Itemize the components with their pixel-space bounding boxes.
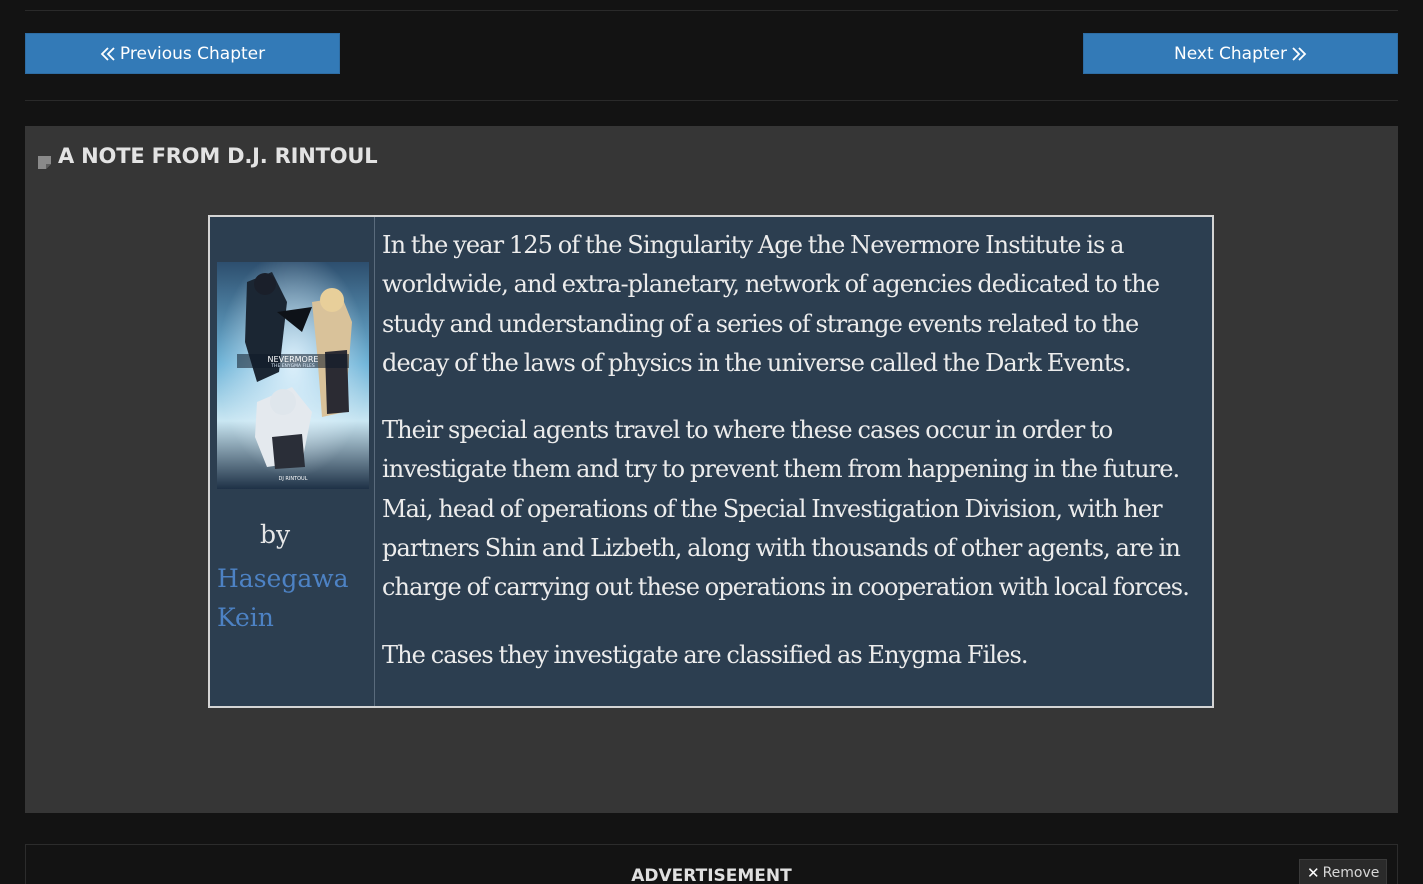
cover-cell: NEVERMORE THE ENYGMA FILES DJ RINTOUL by…: [210, 217, 375, 706]
author-link[interactable]: Hasegawa Kein: [217, 559, 367, 637]
synopsis-table: NEVERMORE THE ENYGMA FILES DJ RINTOUL by…: [208, 215, 1214, 708]
cover-title-text: NEVERMORE: [268, 355, 319, 364]
double-chevron-left-icon: [100, 46, 116, 62]
note-icon: [37, 151, 52, 169]
chapter-page: Previous Chapter Next Chapter A NOTE FRO…: [0, 0, 1423, 884]
previous-chapter-button[interactable]: Previous Chapter: [25, 33, 340, 74]
cover-author-text: DJ RINTOUL: [278, 476, 307, 482]
next-chapter-button[interactable]: Next Chapter: [1083, 33, 1398, 74]
author-note-heading: A NOTE FROM D.J. RINTOUL: [37, 144, 378, 169]
top-divider: [25, 10, 1398, 11]
remove-ad-button[interactable]: ✕ Remove: [1299, 859, 1388, 884]
nav-divider: [25, 100, 1398, 101]
synopsis-paragraph: The cases they investigate are classifie…: [382, 640, 1028, 669]
author-note-title: A NOTE FROM D.J. RINTOUL: [58, 144, 378, 168]
remove-ad-label: Remove: [1322, 865, 1380, 881]
advertisement-panel: ADVERTISEMENT ✕ Remove: [25, 844, 1398, 884]
synopsis-cell: In the year 125 of the Singularity Age t…: [375, 217, 1212, 706]
advertisement-label: ADVERTISEMENT: [631, 866, 792, 884]
book-cover-image[interactable]: NEVERMORE THE ENYGMA FILES DJ RINTOUL: [217, 262, 369, 489]
author-note-panel: A NOTE FROM D.J. RINTOUL NEVERMORE THE E…: [25, 126, 1398, 813]
synopsis-paragraph: In the year 125 of the Singularity Age t…: [382, 231, 1160, 377]
previous-chapter-label: Previous Chapter: [119, 43, 266, 64]
by-label: by: [260, 520, 291, 549]
synopsis-paragraph: Their special agents travel to where the…: [382, 416, 1190, 602]
double-chevron-right-icon: [1291, 46, 1307, 62]
cover-subtitle-text: THE ENYGMA FILES: [270, 363, 315, 369]
next-chapter-label: Next Chapter: [1174, 43, 1287, 64]
close-icon: ✕: [1307, 864, 1320, 882]
